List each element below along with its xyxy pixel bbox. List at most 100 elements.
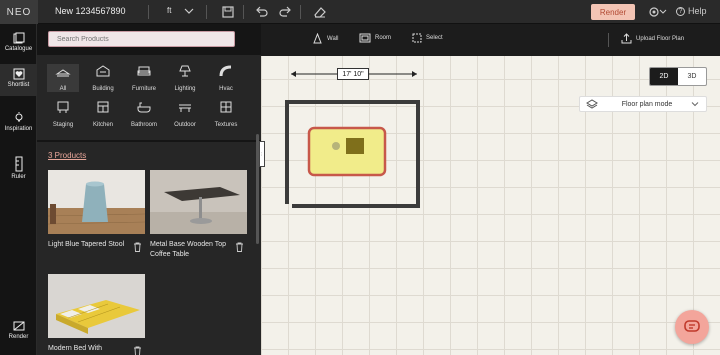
category-lighting[interactable]: Lighting [169,64,201,92]
tool-select[interactable]: Select [412,33,443,43]
rail-label: Ruler [11,174,26,180]
redo-icon[interactable] [277,4,293,20]
chevron-down-icon[interactable] [658,4,668,20]
divider [37,140,261,142]
category-all[interactable]: All [47,64,79,92]
wall-icon [313,33,322,44]
tool-label: Upload Floor Plan [636,35,685,42]
app-logo[interactable]: NEO [0,0,38,24]
search-input[interactable] [48,31,235,47]
divider [148,5,149,19]
category-staging[interactable]: Staging [47,100,79,128]
catalogue-panel: All Building Furniture Lighting Hvac Sta… [37,24,261,355]
floor-plan-mode-select[interactable]: Floor plan mode [579,96,707,112]
product-image[interactable] [48,170,145,234]
rail-item-render[interactable]: Render [0,318,37,348]
category-building[interactable]: Building [87,64,119,92]
category-label: Building [92,86,114,92]
bench-icon [179,104,191,112]
divider [243,5,244,19]
render-icon [13,321,24,331]
product-count[interactable]: 3 Products [48,151,86,160]
rail-item-catalogue[interactable]: Catalogue [0,28,37,60]
category-label: Outdoor [174,122,196,128]
product-card[interactable]: Modern Bed With [48,274,145,355]
armchair-icon [137,66,151,76]
dimension-label: 17' 10" [337,68,369,80]
tool-room[interactable]: Room [359,33,391,43]
mode-label: Floor plan mode [621,100,673,108]
rail-item-ruler[interactable]: Ruler [0,154,37,184]
category-bathroom[interactable]: Bathroom [128,100,160,128]
view-2d-button[interactable]: 2D [650,68,678,85]
kitchen-icon [97,101,109,113]
tool-label: Wall [327,35,339,42]
product-name: Metal Base Wooden Top Coffee Table [150,241,227,258]
rail-item-shortlist[interactable]: Shortlist [0,64,37,96]
product-card[interactable]: Metal Base Wooden Top Coffee Table [150,170,247,266]
select-icon [412,33,422,43]
trash-icon[interactable] [133,346,142,355]
rail-label: Shortlist [7,82,30,88]
category-label: Staging [52,122,74,128]
category-label: Hvac [219,86,233,92]
building-icon [96,65,110,77]
divider [300,5,301,19]
project-name[interactable]: New 1234567890 [55,6,126,16]
ruler-icon [15,156,22,172]
bulb-icon [15,112,22,122]
category-label: Bathroom [130,122,157,128]
left-rail: Catalogue Shortlist Inspiration Ruler Re… [0,24,37,355]
undo-icon[interactable] [254,4,270,20]
category-kitchen[interactable]: Kitchen [87,100,119,128]
category-label: Textures [214,122,238,128]
trash-icon[interactable] [235,242,244,252]
help-link[interactable]: ? Help [676,6,707,16]
staging-icon [57,101,69,113]
rail-item-inspiration[interactable]: Inspiration [0,108,37,140]
category-hvac[interactable]: Hvac [210,64,242,92]
view-3d-button[interactable]: 3D [678,68,706,85]
category-label: Lighting [174,86,196,92]
category-furniture[interactable]: Furniture [128,64,160,92]
chevron-down-icon[interactable] [183,5,195,17]
help-label: Help [688,6,707,16]
product-name: Light Blue Tapered Stool [48,241,125,248]
texture-icon [220,101,232,113]
chat-button[interactable] [675,310,709,344]
heart-icon [13,68,24,80]
rail-label: Render [8,334,29,340]
lamp-icon [179,65,191,77]
tool-wall[interactable]: Wall [312,33,338,44]
eraser-icon[interactable] [312,4,328,20]
product-image[interactable] [150,170,247,234]
unit-select[interactable]: ft [167,6,171,15]
draw-toolbar: Wall Room Select Upload Floor Plan [261,24,720,56]
rail-label: Catalogue [4,46,33,52]
all-icon [55,69,71,77]
layers-icon [586,99,598,109]
product-name: Modern Bed With [48,345,103,352]
category-label: Kitchen [92,122,113,128]
save-icon[interactable] [220,4,236,20]
top-bar: NEO New 1234567890 ft Render ? Help [0,0,720,24]
hvac-icon [219,65,232,77]
upload-icon [621,33,632,44]
view-toggle: 2D 3D [649,67,707,86]
render-button[interactable]: Render [591,4,635,20]
room-icon [359,33,371,43]
tool-label: Select [426,35,443,41]
category-textures[interactable]: Textures [210,100,242,128]
trash-icon[interactable] [133,242,142,252]
tool-label: Room [375,35,392,41]
product-card[interactable]: Light Blue Tapered Stool [48,170,145,266]
bathtub-icon [137,102,151,113]
chat-icon [684,320,700,332]
category-outdoor[interactable]: Outdoor [169,100,201,128]
help-icon: ? [676,6,685,16]
rail-label: Inspiration [4,126,33,132]
product-image[interactable] [48,274,145,338]
upload-floor-plan[interactable]: Upload Floor Plan [621,33,684,44]
divider [608,33,609,47]
panel-collapse-handle[interactable]: ··· [259,141,265,167]
